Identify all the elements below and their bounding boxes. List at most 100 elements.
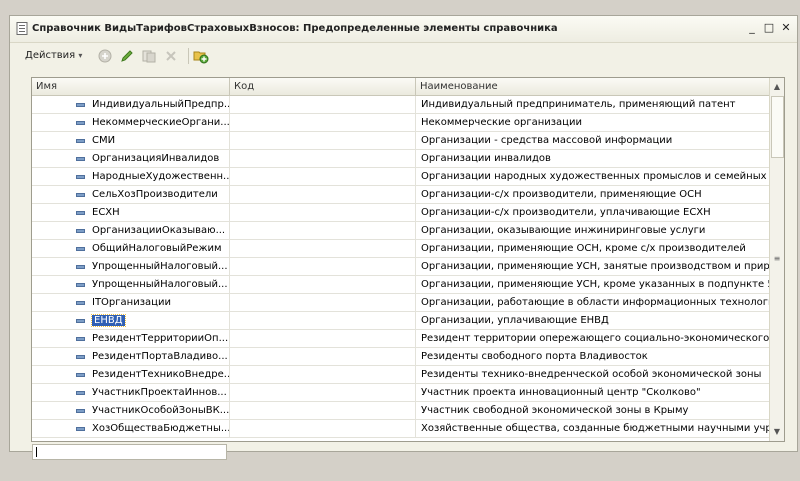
table-row[interactable]: ХозОбществаБюджетны... Хозяйственные обще… [32, 420, 771, 438]
cell-description[interactable]: Организации, применяющие ОСН, кроме с/х … [416, 240, 771, 257]
table-row[interactable]: ITОрганизации Организации, работающие в о… [32, 294, 771, 312]
cell-description[interactable]: Участник свободной экономической зоны в … [416, 402, 771, 419]
table-row[interactable]: УпрощенныйНалоговый... Организации, приме… [32, 276, 771, 294]
actions-menu[interactable]: Действия ▾ [25, 50, 82, 61]
cell-description[interactable]: Организации, оказывающие инжиниринговые … [416, 222, 771, 239]
cell-name-text: СМИ [92, 135, 116, 146]
vertical-scrollbar[interactable]: ▲ ≡ ▼ [769, 78, 784, 441]
cell-description[interactable]: Индивидуальный предприниматель, применяю… [416, 96, 771, 113]
cell-code[interactable] [230, 168, 416, 185]
cell-code[interactable] [230, 132, 416, 149]
cell-code[interactable] [230, 348, 416, 365]
cell-code[interactable] [230, 222, 416, 239]
cell-description[interactable]: Организации - средства массовой информац… [416, 132, 771, 149]
cell-code[interactable] [230, 276, 416, 293]
cell-code[interactable] [230, 150, 416, 167]
cell-name[interactable]: УпрощенныйНалоговый... [32, 276, 230, 293]
scroll-down-button[interactable]: ▼ [770, 424, 784, 439]
cell-description[interactable]: Некоммерческие организации [416, 114, 771, 131]
add-group-icon[interactable] [193, 48, 209, 64]
column-header-name[interactable]: Имя [32, 78, 230, 95]
cell-description[interactable]: Организации, работающие в области информ… [416, 294, 771, 311]
cell-name[interactable]: ХозОбществаБюджетны... [32, 420, 230, 437]
cell-name[interactable]: ОрганизацииОказываю... [32, 222, 230, 239]
cell-name[interactable]: УчастникПроектаИннов... [32, 384, 230, 401]
cell-name-text: УпрощенныйНалоговый... [92, 261, 228, 272]
cell-name[interactable]: РезидентТехникоВнедре... [32, 366, 230, 383]
table-row[interactable]: ЕНВД Организации, уплачивающие ЕНВД [32, 312, 771, 330]
table-row[interactable]: СМИ Организации - средства массовой инфор… [32, 132, 771, 150]
copy-icon[interactable] [141, 48, 157, 64]
cell-name[interactable]: ЕСХН [32, 204, 230, 221]
cell-code[interactable] [230, 312, 416, 329]
cell-name[interactable]: ЕНВД [32, 312, 230, 329]
scroll-thumb[interactable] [771, 96, 784, 158]
cell-name-text: ОрганизацияИнвалидов [92, 153, 220, 164]
cell-name[interactable]: СМИ [32, 132, 230, 149]
cell-code[interactable] [230, 366, 416, 383]
cell-name[interactable]: РезидентТерриторииОп... [32, 330, 230, 347]
cell-code[interactable] [230, 402, 416, 419]
table-row[interactable]: РезидентТехникоВнедре... Резиденты техник… [32, 366, 771, 384]
cell-description[interactable]: Организации народных художественных пром… [416, 168, 771, 185]
table-row[interactable]: НародныеХудожественн... Организации народ… [32, 168, 771, 186]
table-row[interactable]: ОрганизацииОказываю... Организации, оказы… [32, 222, 771, 240]
cell-description[interactable]: Организации, применяющие УСН, занятые пр… [416, 258, 771, 275]
column-header-description[interactable]: Наименование [416, 78, 771, 95]
cell-code[interactable] [230, 330, 416, 347]
cell-code[interactable] [230, 204, 416, 221]
table-row[interactable]: ОбщийНалоговыйРежим Организации, применяю… [32, 240, 771, 258]
table-row[interactable]: УпрощенныйНалоговый... Организации, приме… [32, 258, 771, 276]
cell-name-text: ИндивидуальныйПредпр.. [92, 99, 230, 110]
cell-description[interactable]: Организации инвалидов [416, 150, 771, 167]
cell-code[interactable] [230, 294, 416, 311]
delete-icon[interactable] [163, 48, 179, 64]
cell-description[interactable]: Резидент территории опережающего социаль… [416, 330, 771, 347]
cell-name[interactable]: НародныеХудожественн... [32, 168, 230, 185]
cell-description[interactable]: Организации, уплачивающие ЕНВД [416, 312, 771, 329]
title-bar[interactable]: Справочник ВидыТарифовСтраховыхВзносов: … [10, 16, 797, 43]
table-row[interactable]: ЕСХН Организации-с/х производители, уплач… [32, 204, 771, 222]
cell-description[interactable]: Резиденты технико-внедренческой особой э… [416, 366, 771, 383]
cell-code[interactable] [230, 258, 416, 275]
cell-name[interactable]: СельХозПроизводители [32, 186, 230, 203]
table-row[interactable]: УчастникОсобойЗоныВК... Участник свободно… [32, 402, 771, 420]
scroll-grip-icon: ≡ [773, 254, 781, 263]
cell-description[interactable]: Организации-с/х производители, применяющ… [416, 186, 771, 203]
column-header-code[interactable]: Код [230, 78, 416, 95]
maximize-button[interactable]: □ [762, 22, 776, 34]
add-icon[interactable] [97, 48, 113, 64]
quick-search-input[interactable] [32, 444, 227, 460]
cell-description[interactable]: Организации, применяющие УСН, кроме указ… [416, 276, 771, 293]
cell-description[interactable]: Организации-с/х производители, уплачиваю… [416, 204, 771, 221]
cell-code[interactable] [230, 420, 416, 437]
table-row[interactable]: ОрганизацияИнвалидов Организации инвалидо… [32, 150, 771, 168]
scroll-up-button[interactable]: ▲ [770, 79, 784, 94]
cell-description[interactable]: Участник проекта инновационный центр "Ск… [416, 384, 771, 401]
cell-name[interactable]: РезидентПортаВладиво... [32, 348, 230, 365]
cell-name[interactable]: ИндивидуальныйПредпр.. [32, 96, 230, 113]
table-row[interactable]: УчастникПроектаИннов... Участник проекта … [32, 384, 771, 402]
cell-code[interactable] [230, 114, 416, 131]
cell-code[interactable] [230, 96, 416, 113]
cell-description[interactable]: Хозяйственные общества, созданные бюджет… [416, 420, 771, 437]
table-row[interactable]: НекоммерческиеОргани... Некоммерческие ор… [32, 114, 771, 132]
close-button[interactable]: ✕ [779, 22, 793, 34]
edit-icon[interactable] [119, 48, 135, 64]
table-row[interactable]: РезидентТерриторииОп... Резидент территор… [32, 330, 771, 348]
cell-name[interactable]: ОбщийНалоговыйРежим [32, 240, 230, 257]
table-row[interactable]: ИндивидуальныйПредпр.. Индивидуальный пре… [32, 96, 771, 114]
cell-name[interactable]: НекоммерческиеОргани... [32, 114, 230, 131]
items-table[interactable]: Имя Код Наименование ИндивидуальныйПредп… [31, 77, 785, 442]
minimize-button[interactable]: _ [745, 22, 759, 34]
table-row[interactable]: РезидентПортаВладиво... Резиденты свободн… [32, 348, 771, 366]
table-row[interactable]: СельХозПроизводители Организации-с/х прои… [32, 186, 771, 204]
cell-name[interactable]: УчастникОсобойЗоныВК... [32, 402, 230, 419]
cell-code[interactable] [230, 240, 416, 257]
cell-name[interactable]: ОрганизацияИнвалидов [32, 150, 230, 167]
cell-name[interactable]: ITОрганизации [32, 294, 230, 311]
cell-code[interactable] [230, 186, 416, 203]
cell-name[interactable]: УпрощенныйНалоговый... [32, 258, 230, 275]
cell-description[interactable]: Резиденты свободного порта Владивосток [416, 348, 771, 365]
cell-code[interactable] [230, 384, 416, 401]
